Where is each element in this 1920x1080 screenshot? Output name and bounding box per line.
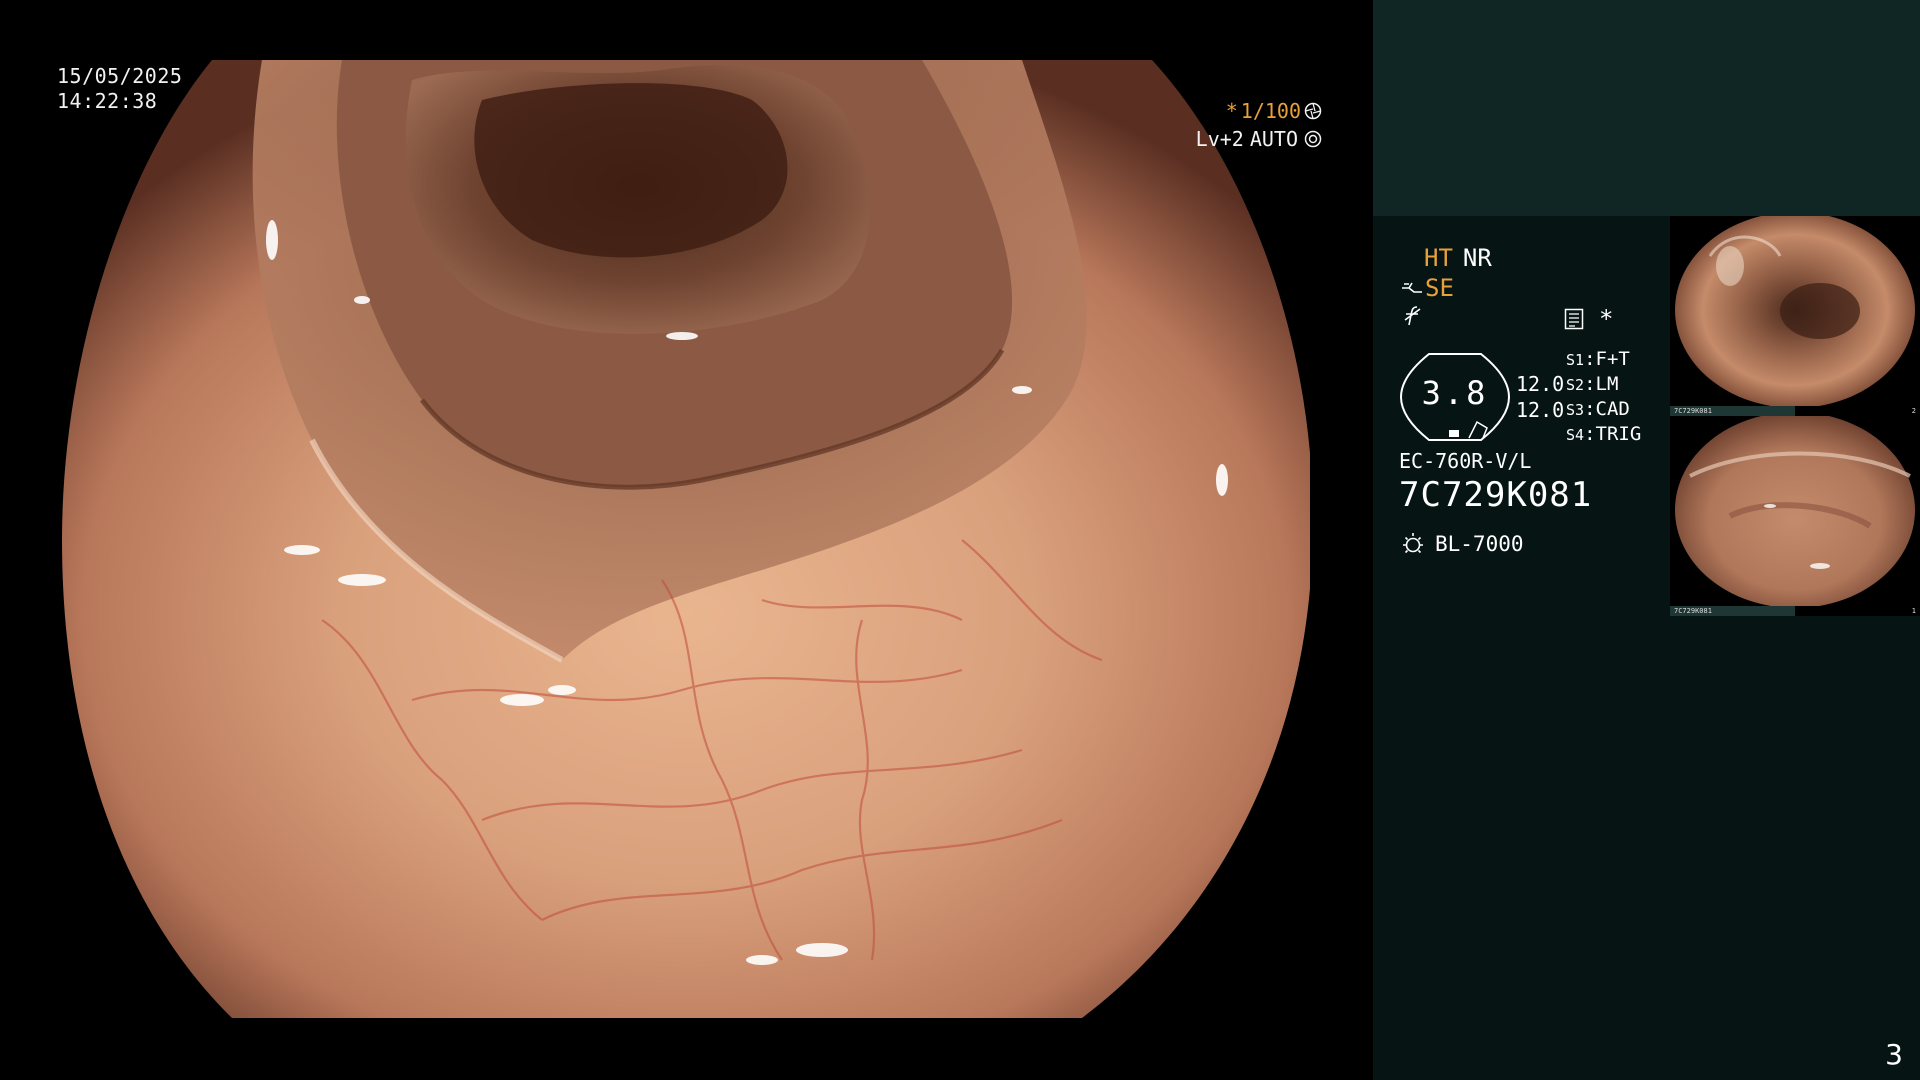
setting-key: S2	[1566, 376, 1585, 394]
ht-nr-row: HT NR	[1424, 244, 1492, 272]
setting-s4: S4:TRIG	[1566, 423, 1642, 445]
structure-enhance-icon	[1402, 282, 1422, 293]
exposure-value-1: 12.0	[1516, 372, 1565, 396]
setting-value: LM	[1595, 373, 1619, 395]
thumbnail-index: 2	[1911, 407, 1916, 415]
shutter-aperture-icon	[1304, 102, 1322, 120]
setting-value: CAD	[1595, 398, 1630, 420]
setting-value: TRIG	[1595, 423, 1642, 445]
patient-info-area	[1373, 0, 1920, 216]
se-label: SE	[1425, 274, 1454, 302]
gauge-value: 3.8	[1421, 374, 1489, 412]
exposure-value-2: 12.0	[1516, 398, 1565, 422]
color-f-icon	[1404, 306, 1421, 326]
shutter-value: 1/100	[1240, 99, 1301, 123]
captured-thumbnail[interactable]: 7C729K081 1	[1670, 416, 1920, 616]
iris-level: Lv+2 AUTO	[1196, 127, 1322, 151]
gauge-indicator: 3.8	[1399, 352, 1511, 442]
auto-iris-icon	[1304, 130, 1322, 148]
thumbnail-index: 1	[1911, 607, 1916, 615]
iris-mode: AUTO	[1249, 127, 1298, 151]
scope-serial: 7C729K081	[1399, 475, 1593, 515]
thumbnail-image	[1675, 216, 1915, 408]
se-row: SE	[1401, 274, 1454, 302]
light-source-label: BL-7000	[1435, 532, 1524, 556]
light-source-row: BL-7000	[1399, 530, 1524, 558]
setting-key: S4	[1566, 426, 1585, 444]
page-number: 3	[1885, 1038, 1903, 1071]
setting-value: F+T	[1595, 348, 1630, 370]
thumbnail-label: 7C729K081	[1674, 607, 1712, 615]
colon-lumen-image	[62, 60, 1310, 1018]
captured-thumbnail[interactable]: 7C729K081 2	[1670, 216, 1920, 416]
level-value: Lv+2	[1195, 127, 1244, 151]
setting-s2: S2:LM	[1566, 373, 1619, 395]
shutter-speed: * 1/100	[1226, 99, 1322, 123]
setting-s3: S3:CAD	[1566, 398, 1630, 420]
thumbnail-image	[1675, 416, 1915, 608]
ht-label: HT	[1424, 244, 1453, 272]
shutter-star: *	[1225, 99, 1238, 123]
asterisk-marker: *	[1599, 305, 1614, 333]
nr-label: NR	[1462, 244, 1492, 272]
setting-key: S3	[1566, 401, 1585, 419]
scope-model: EC-760R-V/L	[1399, 449, 1532, 473]
document-icon	[1564, 308, 1584, 330]
date-stamp: 15/05/2025	[57, 64, 183, 88]
endoscope-view: 15/05/2025 14:22:38 * 1/100 Lv+2 AUTO	[0, 0, 1373, 1080]
info-panel: HT NR SE * 3.8 12.0 12.0 S1:F+T S2:LM S3:…	[1373, 0, 1920, 1080]
light-source-icon	[1403, 533, 1423, 554]
setting-s1: S1:F+T	[1566, 348, 1630, 370]
setting-key: S1	[1566, 351, 1585, 369]
thumbnail-label: 7C729K081	[1674, 407, 1712, 415]
time-stamp: 14:22:38	[57, 89, 158, 113]
